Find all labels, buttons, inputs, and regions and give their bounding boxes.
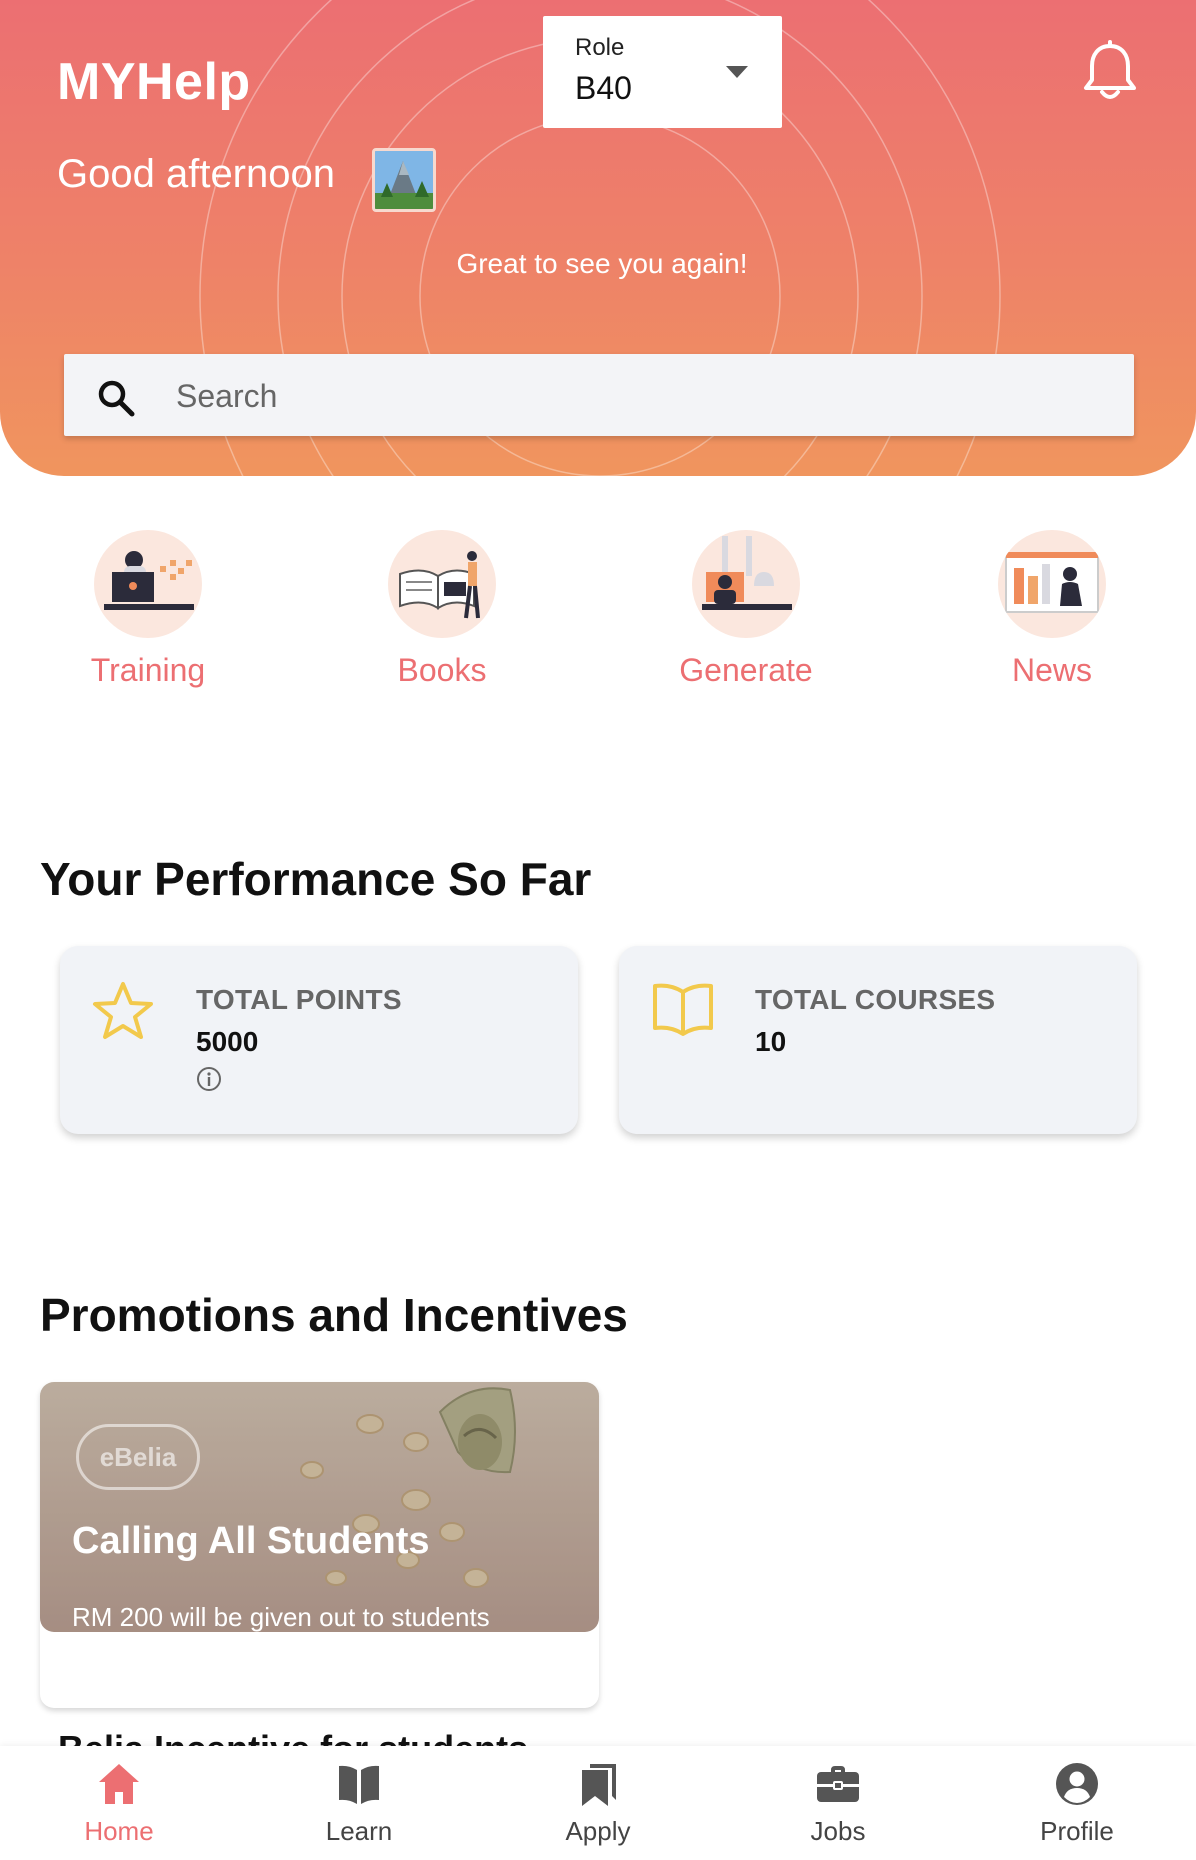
search-input[interactable] xyxy=(174,354,1108,438)
category-label: Generate xyxy=(679,652,813,688)
briefcase-icon xyxy=(817,1766,859,1802)
nav-label: Home xyxy=(84,1816,154,1846)
role-value: B40 xyxy=(575,70,632,106)
caret-down-icon xyxy=(726,66,748,78)
book-icon xyxy=(653,983,713,1036)
promotion-badge: eBelia xyxy=(76,1424,200,1490)
promotion-title: Calling All Students xyxy=(72,1520,430,1562)
category-training[interactable]: Training xyxy=(38,530,258,689)
nav-label: Apply xyxy=(565,1816,631,1846)
performance-section-title: Your Performance So Far xyxy=(40,853,592,905)
nav-label: Jobs xyxy=(810,1816,866,1846)
nav-profile[interactable]: Profile xyxy=(987,1760,1167,1847)
avatar[interactable] xyxy=(372,148,436,212)
search-icon xyxy=(98,380,135,417)
total-points-value: 5000 xyxy=(196,1026,259,1057)
total-courses-card: TOTAL COURSES 10 xyxy=(619,946,1137,1134)
bottom-navigation: Home Learn Apply Jobs Profile xyxy=(0,1746,1196,1860)
info-icon[interactable] xyxy=(196,1066,222,1092)
account-circle-icon xyxy=(1056,1763,1098,1805)
promotion-card[interactable]: eBelia Calling All Students RM 200 will … xyxy=(40,1382,599,1708)
promotions-section-title: Promotions and Incentives xyxy=(40,1289,628,1341)
welcome-message: Great to see you again! xyxy=(456,248,748,279)
books-illustration xyxy=(388,530,496,638)
total-points-card: TOTAL POINTS 5000 xyxy=(60,946,578,1134)
generate-illustration xyxy=(692,530,800,638)
star-icon xyxy=(93,982,153,1039)
greeting-text: Good afternoon xyxy=(57,152,335,196)
book-icon xyxy=(339,1765,379,1804)
total-points-label: TOTAL POINTS xyxy=(196,984,402,1015)
total-courses-value: 10 xyxy=(755,1026,787,1057)
nav-learn[interactable]: Learn xyxy=(269,1760,449,1847)
training-illustration xyxy=(94,530,202,638)
nav-jobs[interactable]: Jobs xyxy=(748,1760,928,1847)
category-label: News xyxy=(1011,652,1092,688)
category-generate[interactable]: Generate xyxy=(636,530,856,689)
home-icon xyxy=(99,1764,139,1804)
bell-icon[interactable] xyxy=(1080,40,1140,106)
bookmarks-icon xyxy=(582,1764,616,1806)
category-books[interactable]: Books xyxy=(332,530,552,689)
category-label: Books xyxy=(397,652,487,688)
search-bar[interactable] xyxy=(64,354,1134,438)
nav-label: Learn xyxy=(325,1816,393,1846)
nav-apply[interactable]: Apply xyxy=(508,1760,688,1847)
news-illustration xyxy=(998,530,1106,638)
role-label: Role xyxy=(575,34,625,61)
promotion-subtitle: RM 200 will be given out to students xyxy=(72,1602,490,1632)
nav-home[interactable]: Home xyxy=(29,1760,209,1847)
promotion-image: eBelia Calling All Students RM 200 will … xyxy=(40,1382,599,1632)
category-news[interactable]: News xyxy=(942,530,1162,689)
header-banner: MYHelp Good afternoon Great to see you a… xyxy=(0,0,1196,476)
nav-label: Profile xyxy=(1040,1816,1114,1846)
category-label: Training xyxy=(90,652,206,688)
total-courses-label: TOTAL COURSES xyxy=(755,984,996,1015)
landscape-icon xyxy=(375,151,433,209)
app-title: MYHelp xyxy=(57,53,251,111)
role-dropdown[interactable]: Role B40 xyxy=(543,16,782,128)
